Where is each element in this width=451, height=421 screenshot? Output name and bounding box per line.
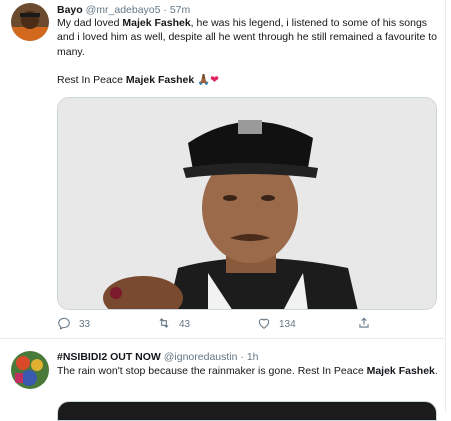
- author-handle[interactable]: @ignoredaustin: [164, 351, 238, 363]
- separator: ·: [240, 351, 244, 363]
- tweet-text: The rain won't stop because the rainmake…: [57, 364, 439, 378]
- avatar[interactable]: [11, 3, 49, 41]
- timestamp[interactable]: 1h: [247, 351, 259, 363]
- tweet-header: #NSIBIDI2 OUT NOW @ignoredaustin · 1h: [57, 350, 259, 364]
- separator: ·: [163, 4, 167, 16]
- reply-count: 33: [79, 319, 91, 330]
- highlight-term: Majek Fashek: [122, 17, 191, 29]
- tweet[interactable]: #NSIBIDI2 OUT NOW @ignoredaustin · 1h Th…: [0, 339, 445, 421]
- like-button[interactable]: 134: [257, 316, 296, 333]
- heart-emoji: ❤: [210, 74, 219, 87]
- tweet-text: My dad loved Majek Fashek, he was his le…: [57, 16, 439, 88]
- retweet-count: 43: [179, 319, 191, 330]
- text-segment: The rain won't stop because the rainmake…: [57, 365, 367, 377]
- text-segment: .: [434, 365, 438, 377]
- timeline-border: [445, 0, 446, 413]
- tweet-photo[interactable]: [57, 401, 437, 421]
- highlight-term: Majek Fashek: [366, 365, 435, 377]
- like-count: 134: [279, 319, 296, 330]
- like-icon: [257, 316, 279, 333]
- retweet-button[interactable]: 43: [157, 316, 190, 333]
- text-segment: My dad loved: [57, 17, 123, 29]
- share-icon: [357, 316, 379, 333]
- author-name[interactable]: Bayo: [57, 4, 83, 16]
- author-handle[interactable]: @mr_adebayo5: [86, 4, 161, 16]
- reply-button[interactable]: 33: [57, 316, 90, 333]
- tweet[interactable]: Bayo @mr_adebayo5 · 57m My dad loved Maj…: [0, 0, 445, 339]
- avatar[interactable]: [11, 351, 49, 389]
- pray-emoji: 🙏🏾: [197, 74, 211, 87]
- tweet-header: Bayo @mr_adebayo5 · 57m: [57, 3, 190, 17]
- highlight-term: Majek Fashek: [125, 74, 195, 87]
- text-segment: Rest In Peace: [57, 74, 126, 87]
- tweet-photo[interactable]: [57, 97, 437, 310]
- author-name[interactable]: #NSIBIDI2 OUT NOW: [57, 351, 161, 363]
- tweet-actions: 33 43 134: [57, 316, 437, 334]
- timestamp[interactable]: 57m: [170, 4, 190, 16]
- reply-icon: [57, 316, 79, 333]
- retweet-icon: [157, 316, 179, 333]
- share-button[interactable]: [357, 316, 379, 333]
